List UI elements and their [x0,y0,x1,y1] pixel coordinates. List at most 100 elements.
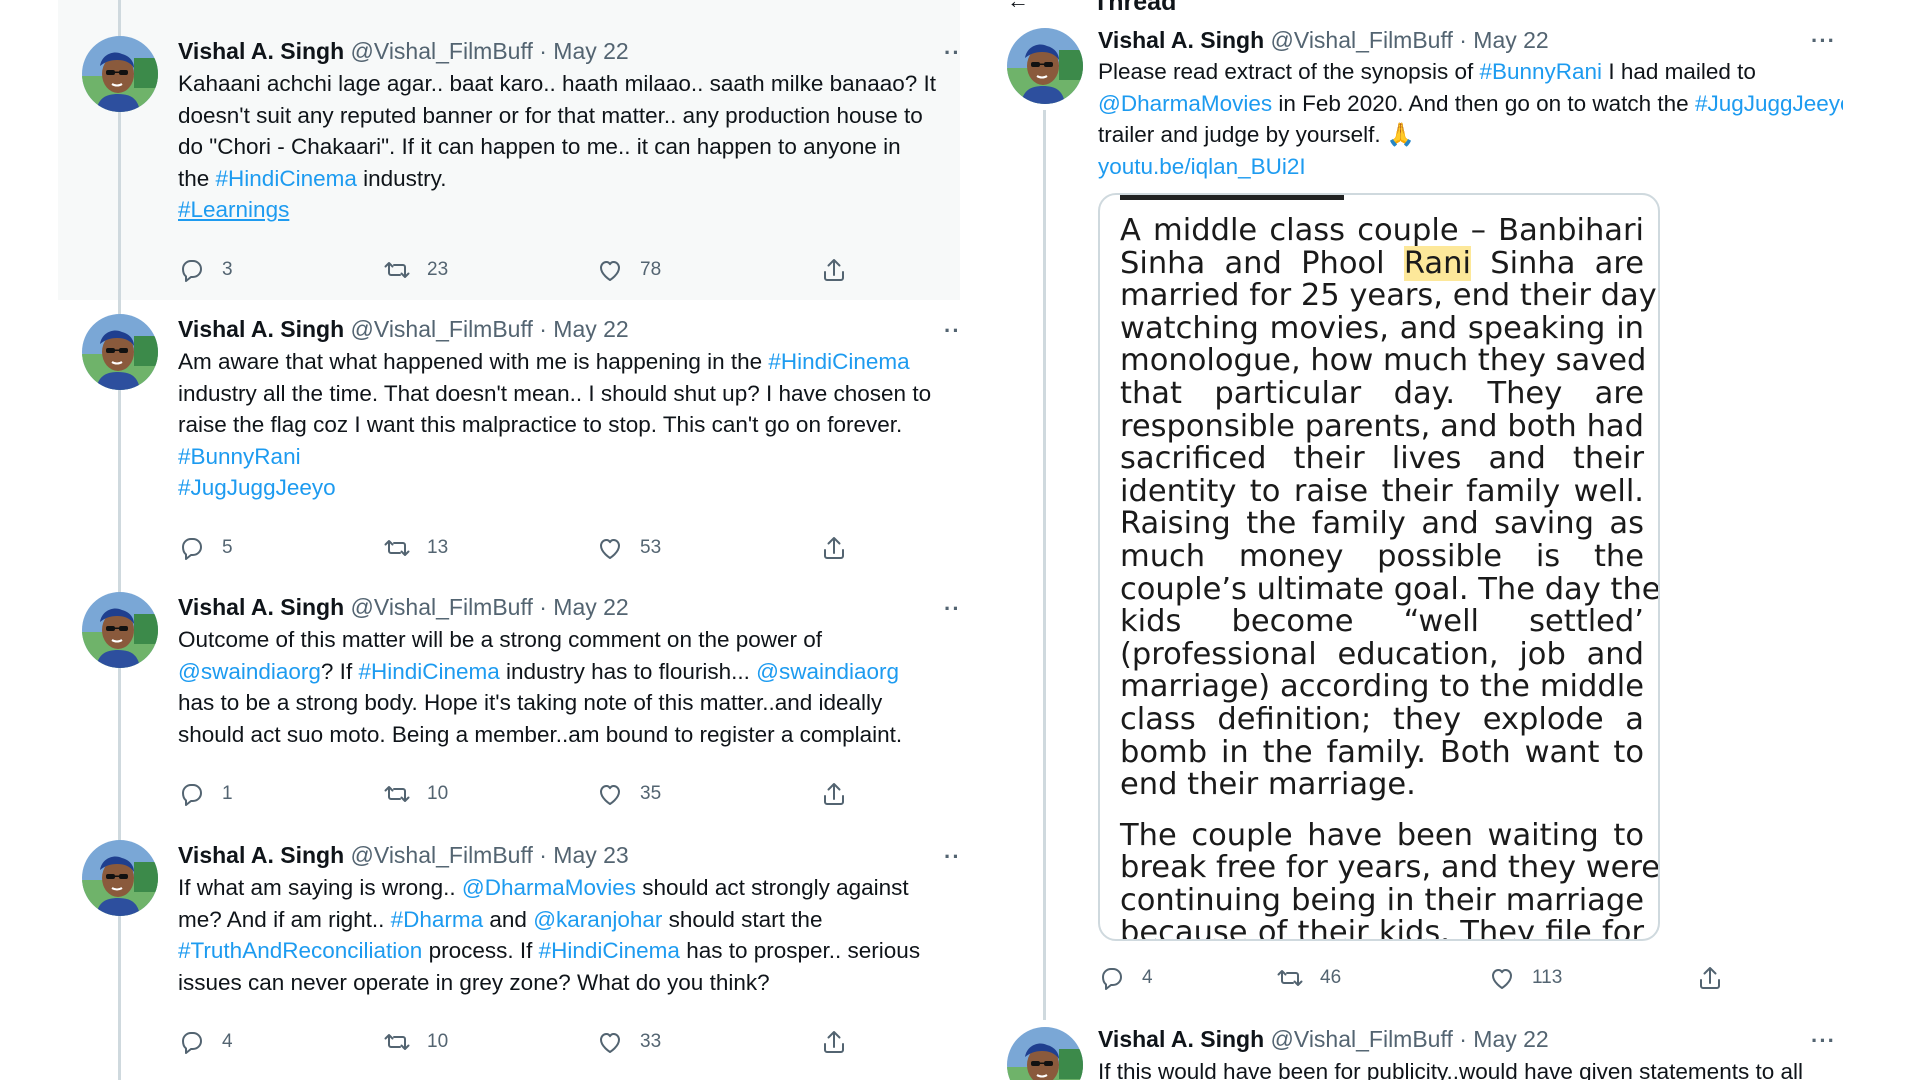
tweet-header: Vishal A. Singh @Vishal_FilmBuff · May 2… [1098,27,1549,54]
like-button[interactable]: 53 [596,534,661,562]
url-link[interactable]: youtu.be/iqlan_BUi2I [1098,154,1306,179]
retweet-count: 46 [1320,967,1342,988]
synopsis-line: identity to raise their family well. [1120,475,1644,509]
like-button[interactable]: 78 [596,256,661,284]
hashtag-link[interactable]: #HindiCinema [768,349,909,374]
author-handle[interactable]: @Vishal_FilmBuff [351,842,533,868]
text-segment: and [483,906,534,932]
retweet-button[interactable]: 10 [383,1028,448,1056]
author-name[interactable]: Vishal A. Singh [178,38,344,64]
more-options-icon[interactable]: ··· [1811,28,1836,54]
avatar[interactable] [82,314,158,390]
main-tweet[interactable]: Vishal A. Singh @Vishal_FilmBuff · May 2… [983,0,1863,1000]
author-name[interactable]: Vishal A. Singh [178,842,344,868]
like-icon [600,785,620,805]
retweet-button[interactable]: 13 [383,534,448,562]
like-button[interactable]: 113 [1488,964,1562,992]
reply-button[interactable]: 1 [178,780,233,808]
text-segment: in Feb 2020. And then go on to watch the [1272,90,1695,116]
reply-button[interactable]: 4 [178,1028,233,1056]
tweet-text-line: has to be a strong body. Hope it's takin… [178,687,958,719]
hashtag-link[interactable]: #Learnings [178,197,289,222]
tweet-date[interactable]: May 22 [1473,1026,1548,1052]
hashtag-link[interactable]: #JugJuggJeeyo [178,475,336,500]
author-handle[interactable]: @Vishal_FilmBuff [351,594,533,620]
author-name[interactable]: Vishal A. Singh [1098,1026,1264,1052]
synopsis-segment: class definition; they explode a [1120,701,1644,737]
text-segment: doesn't suit any reputed banner or for t… [178,102,923,128]
separator-dot: · [539,842,547,868]
avatar[interactable] [1007,28,1083,104]
author-handle[interactable]: @Vishal_FilmBuff [351,38,533,64]
hashtag-link[interactable]: #BunnyRani [178,444,301,469]
like-button[interactable]: 35 [596,780,661,808]
avatar[interactable] [82,840,158,916]
share-button[interactable] [1696,964,1724,992]
more-options-icon[interactable]: ··· [944,844,960,870]
retweet-icon [384,1034,410,1050]
more-options-icon[interactable]: ··· [944,596,960,622]
retweet-button[interactable]: 46 [1276,964,1341,992]
hashtag-link[interactable]: #HindiCinema [216,166,357,191]
more-options-icon[interactable]: ··· [944,40,960,66]
tweet-header: Vishal A. Singh @Vishal_FilmBuff · May 2… [178,316,629,343]
synopsis-image[interactable]: A middle class couple – Banbihari Sinha a… [1098,193,1660,941]
share-button[interactable] [820,1028,848,1056]
author-handle[interactable]: @Vishal_FilmBuff [351,316,533,342]
mention-link[interactable]: @karanjohar [533,907,662,932]
author-name[interactable]: Vishal A. Singh [1098,27,1264,53]
hashtag-link[interactable]: #HindiCinema [358,659,499,684]
avatar[interactable] [1007,1027,1083,1080]
share-button[interactable] [820,534,848,562]
share-icon [824,536,844,559]
hashtag-link[interactable]: #HindiCinema [539,938,680,963]
synopsis-line: married for 25 years, end their day [1120,279,1657,313]
more-options-icon[interactable]: ··· [1811,1028,1836,1054]
hashtag-link[interactable]: #JugJuggJeeyo [1695,91,1843,116]
synopsis-line: marriage) according to the middle [1120,671,1644,704]
like-button[interactable]: 33 [596,1028,661,1056]
tweet-date[interactable]: May 23 [553,842,628,868]
mention-link[interactable]: @DharmaMovies [462,875,636,900]
mention-link[interactable]: @DharmaMovies [1098,91,1272,116]
tweet-date[interactable]: May 22 [553,594,628,620]
synopsis-line: A middle class couple – Banbihari [1120,213,1644,248]
author-name[interactable]: Vishal A. Singh [178,316,344,342]
tweet-date[interactable]: May 22 [1473,27,1548,53]
author-handle[interactable]: @Vishal_FilmBuff [1271,27,1453,53]
document-top-rule [1120,195,1344,200]
mention-link[interactable]: @swaindiaorg [178,659,321,684]
retweet-button[interactable]: 23 [383,256,448,284]
retweet-button[interactable]: 10 [383,780,448,808]
synopsis-segment: A middle class couple – Banbihari [1120,213,1644,248]
next-tweet[interactable]: Vishal A. Singh @Vishal_FilmBuff · May 2… [983,1010,1863,1080]
author-name[interactable]: Vishal A. Singh [178,594,344,620]
tweet-date[interactable]: May 22 [553,316,628,342]
tweet[interactable]: Vishal A. Singh @Vishal_FilmBuff · May 2… [58,826,960,1080]
synopsis-line: Raising the family and saving as [1120,508,1644,541]
tweet[interactable]: Vishal A. Singh @Vishal_FilmBuff · May 2… [58,0,960,300]
tweet[interactable]: Vishal A. Singh @Vishal_FilmBuff · May 2… [58,300,960,578]
synopsis-line: break free for years, and they were [1120,851,1658,885]
share-button[interactable] [820,256,848,284]
author-handle[interactable]: @Vishal_FilmBuff [1271,1026,1453,1052]
tweet[interactable]: Vishal A. Singh @Vishal_FilmBuff · May 2… [58,578,960,826]
mention-link[interactable]: @swaindiaorg [756,659,899,684]
synopsis-line: couple’s ultimate goal. The day the [1120,573,1658,607]
hashtag-link[interactable]: #Dharma [391,907,484,932]
tweet-date[interactable]: May 22 [553,38,628,64]
hashtag-link[interactable]: #TruthAndReconciliation [178,938,422,963]
separator-dot: · [539,594,547,620]
reply-button[interactable]: 4 [1098,964,1153,992]
reply-button[interactable]: 3 [178,256,233,284]
share-icon [824,783,844,805]
avatar[interactable] [82,36,158,112]
more-options-icon[interactable]: ··· [944,318,960,344]
avatar[interactable] [82,592,158,668]
text-segment: me? And if am right.. [178,906,391,932]
hashtag-link[interactable]: #BunnyRani [1479,59,1602,84]
reply-button[interactable]: 5 [178,534,233,562]
share-button[interactable] [820,780,848,808]
text-segment: do "Chori - Chakaari". If it can happen … [178,134,901,159]
synopsis-line: much money possible is the [1120,540,1644,574]
